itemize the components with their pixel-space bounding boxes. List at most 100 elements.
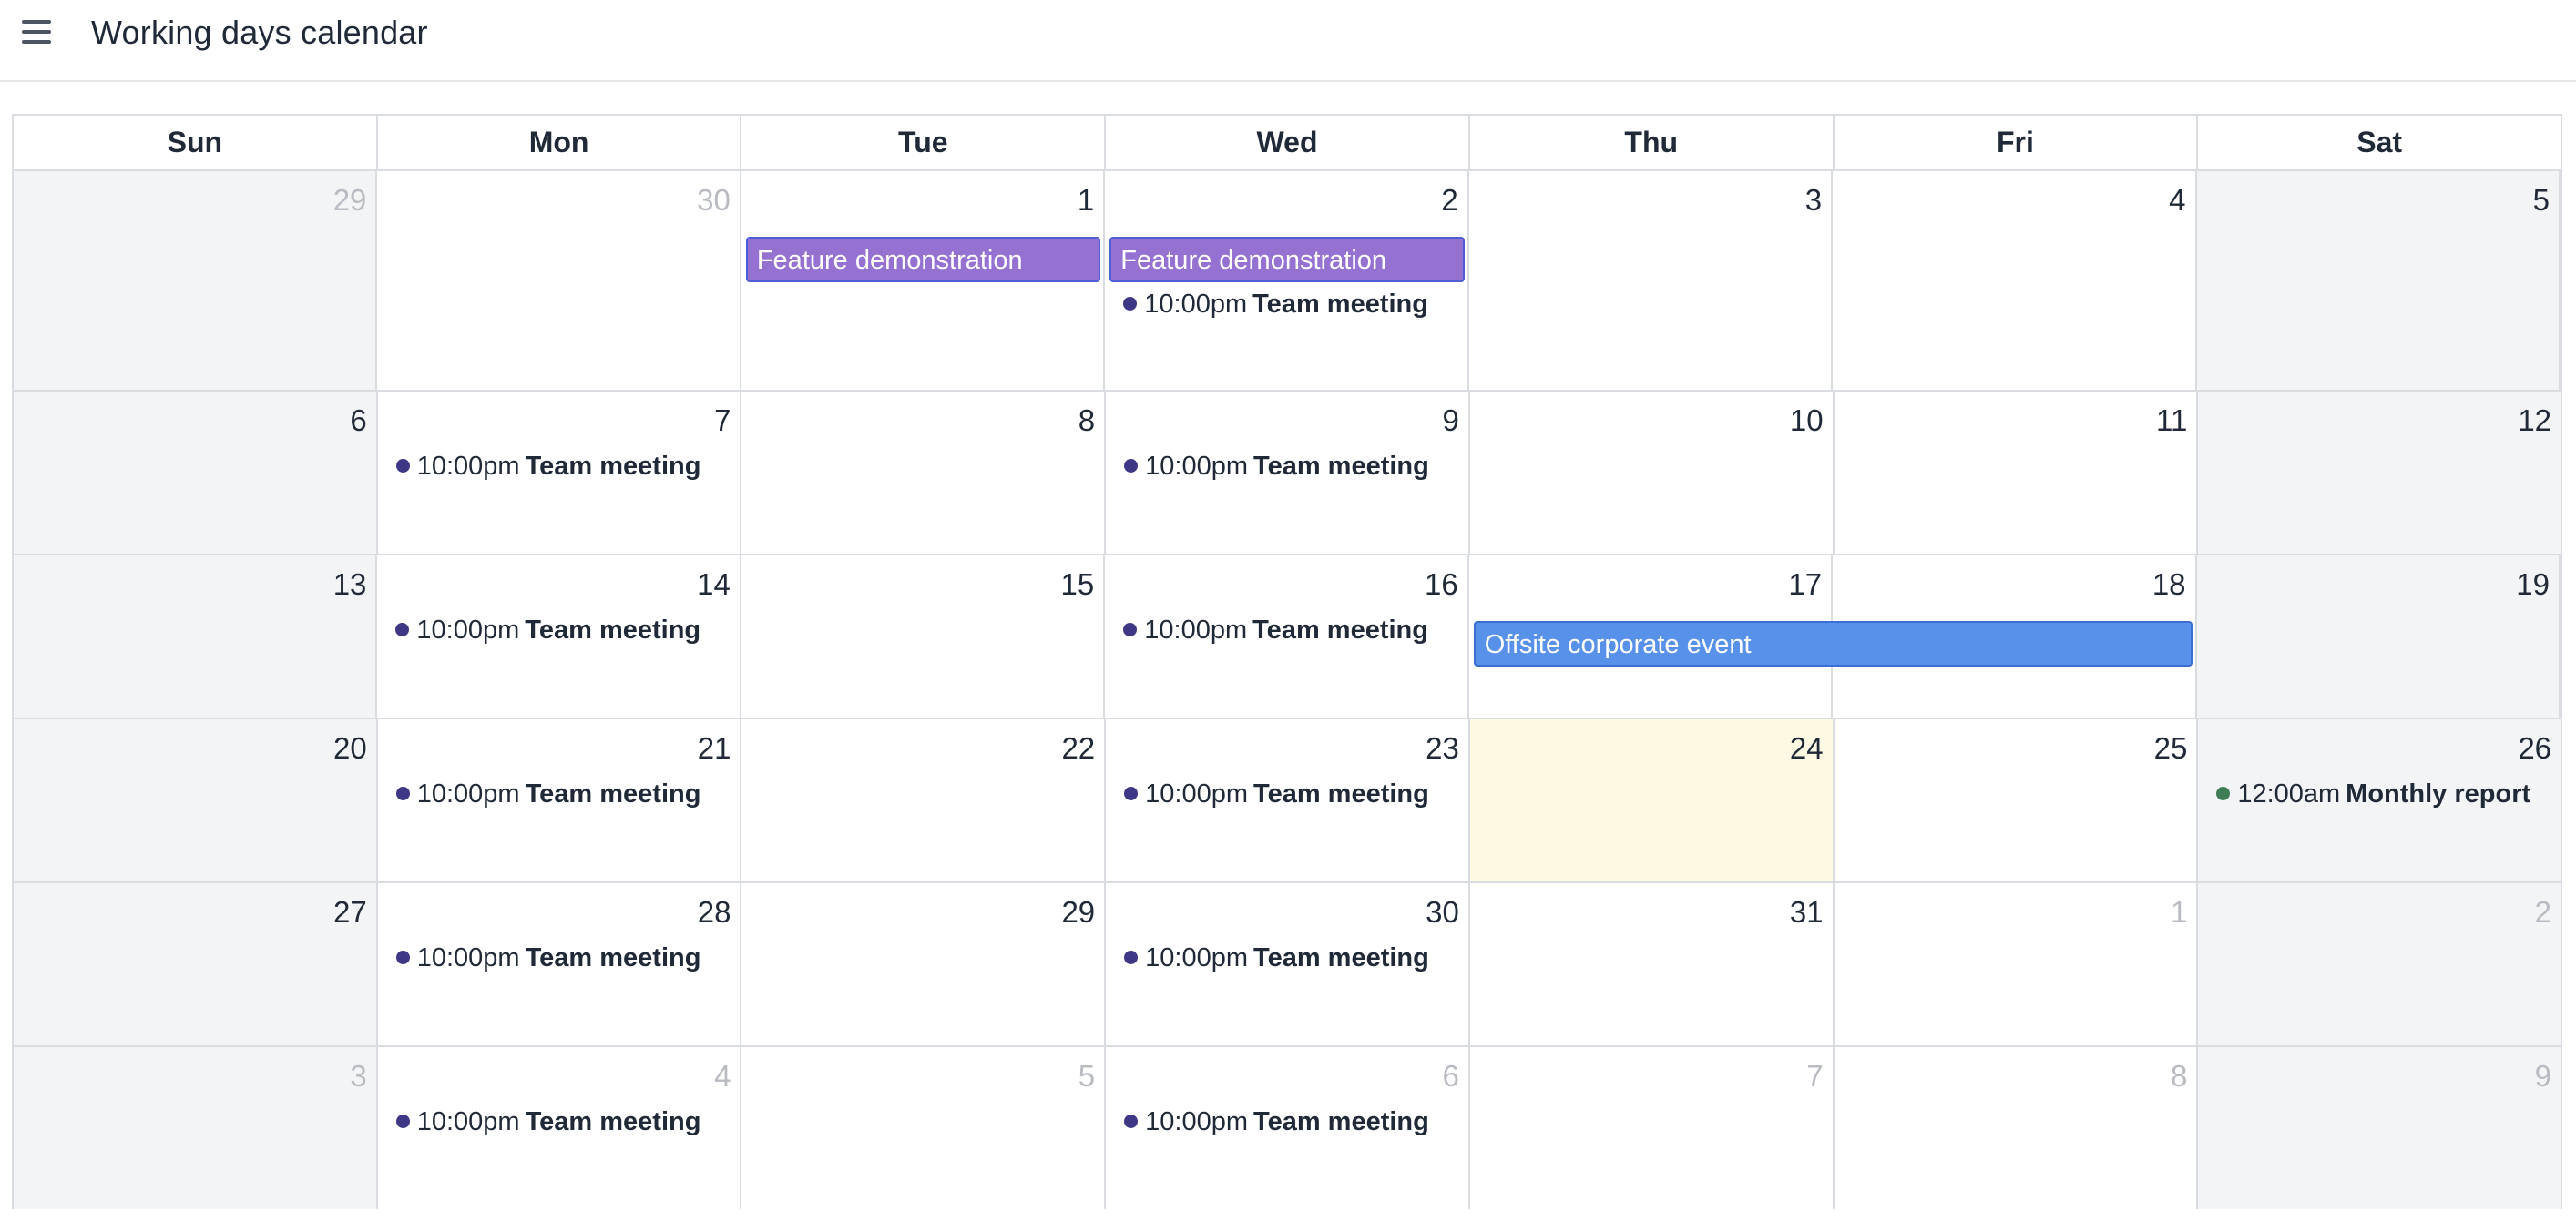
day-number[interactable]: 3 bbox=[1805, 182, 1822, 219]
day-number[interactable]: 31 bbox=[1790, 894, 1824, 931]
day-number[interactable]: 5 bbox=[1078, 1058, 1095, 1095]
calendar-event[interactable]: 10:00pm Team meeting bbox=[395, 942, 701, 974]
day-number[interactable]: 7 bbox=[1806, 1058, 1823, 1095]
day-number[interactable]: 8 bbox=[2171, 1058, 2187, 1095]
day-cell[interactable]: 31 bbox=[1469, 883, 1835, 1045]
day-number[interactable]: 2 bbox=[2535, 894, 2551, 931]
day-cell[interactable]: 13 bbox=[14, 555, 378, 718]
day-number[interactable]: 4 bbox=[2169, 182, 2185, 219]
calendar-event[interactable]: 10:00pm Team meeting bbox=[1124, 778, 1429, 810]
day-number[interactable]: 28 bbox=[698, 894, 731, 931]
day-cell[interactable]: 19 bbox=[2196, 555, 2561, 718]
event-time: 10:00pm bbox=[1145, 943, 1249, 973]
day-number[interactable]: 11 bbox=[2156, 402, 2187, 439]
day-cell[interactable]: 9 10:00pm Team meeting bbox=[1106, 392, 1470, 554]
calendar-event[interactable]: 10:00pm Team meeting bbox=[1123, 614, 1428, 647]
day-number[interactable]: 23 bbox=[1426, 730, 1459, 767]
day-number[interactable]: 29 bbox=[1061, 894, 1095, 931]
calendar-event[interactable]: 10:00pm Team meeting bbox=[395, 1105, 700, 1138]
day-cell[interactable]: 22 bbox=[741, 719, 1107, 881]
hamburger-menu-icon[interactable] bbox=[20, 16, 53, 47]
day-number[interactable]: 14 bbox=[697, 566, 731, 603]
day-number[interactable]: 27 bbox=[333, 894, 367, 931]
day-cell[interactable]: 15 bbox=[741, 555, 1106, 718]
day-number[interactable]: 17 bbox=[1788, 566, 1822, 603]
day-cell[interactable]: 1 bbox=[1834, 883, 2199, 1045]
day-cell[interactable]: 20 bbox=[14, 719, 378, 881]
day-number[interactable]: 7 bbox=[714, 402, 731, 439]
day-number[interactable]: 22 bbox=[1061, 730, 1095, 767]
day-number[interactable]: 8 bbox=[1078, 402, 1095, 439]
day-number[interactable]: 6 bbox=[350, 402, 366, 439]
day-cell[interactable]: 11 bbox=[1834, 392, 2199, 554]
day-number[interactable]: 20 bbox=[333, 730, 367, 767]
day-cell[interactable]: 4 10:00pm Team meeting bbox=[377, 1047, 742, 1209]
day-number[interactable]: 12 bbox=[2518, 402, 2551, 439]
day-number[interactable]: 4 bbox=[714, 1058, 731, 1095]
day-number[interactable]: 30 bbox=[1426, 894, 1459, 931]
day-cell[interactable]: 26 12:00am Monthly report bbox=[2198, 719, 2561, 881]
event-time: 10:00pm bbox=[1145, 779, 1249, 809]
day-number[interactable]: 1 bbox=[2171, 894, 2187, 931]
day-cell[interactable]: 8 bbox=[1834, 1047, 2199, 1209]
day-cell[interactable]: 5 bbox=[741, 1047, 1107, 1209]
day-number[interactable]: 9 bbox=[1443, 402, 1459, 439]
calendar-event[interactable]: 10:00pm Team meeting bbox=[1123, 288, 1428, 321]
calendar-event[interactable]: 10:00pm Team meeting bbox=[395, 778, 700, 810]
day-cell[interactable]: 4 bbox=[1833, 171, 2197, 390]
day-number[interactable]: 21 bbox=[698, 730, 731, 767]
day-cell[interactable]: 6 bbox=[14, 392, 378, 554]
day-number[interactable]: 24 bbox=[1790, 730, 1824, 767]
day-cell[interactable]: 5 bbox=[2196, 171, 2561, 390]
day-cell[interactable]: 30 10:00pm Team meeting bbox=[1106, 883, 1470, 1045]
day-number[interactable]: 16 bbox=[1425, 566, 1458, 603]
day-cell[interactable]: 9 bbox=[2198, 1047, 2561, 1209]
day-cell[interactable]: 27 bbox=[14, 883, 378, 1045]
day-cell[interactable]: 28 10:00pm Team meeting bbox=[377, 883, 742, 1045]
day-cell[interactable]: 25 bbox=[1834, 719, 2199, 881]
day-number[interactable]: 19 bbox=[2516, 566, 2550, 603]
multi-day-event-bar[interactable]: Feature demonstration bbox=[745, 237, 1101, 282]
calendar-event[interactable]: 12:00am Monthly report bbox=[2216, 778, 2530, 810]
day-cell[interactable]: 21 10:00pm Team meeting bbox=[377, 719, 742, 881]
day-cell[interactable]: 3 bbox=[1468, 171, 1834, 390]
day-cell[interactable]: 16 10:00pm Team meeting bbox=[1105, 555, 1469, 718]
day-cell[interactable]: 29 bbox=[741, 883, 1107, 1045]
day-cell[interactable]: 30 bbox=[377, 171, 741, 390]
day-cell[interactable]: 7 bbox=[1469, 1047, 1835, 1209]
day-cell-today[interactable]: 24 bbox=[1469, 719, 1835, 881]
day-cell[interactable]: 14 10:00pm Team meeting bbox=[377, 555, 741, 718]
day-number[interactable]: 15 bbox=[1061, 566, 1095, 603]
day-cell[interactable]: 7 10:00pm Team meeting bbox=[377, 392, 742, 554]
calendar-event[interactable]: 10:00pm Team meeting bbox=[1124, 450, 1429, 483]
day-cell[interactable]: 3 bbox=[14, 1047, 378, 1209]
day-number[interactable]: 10 bbox=[1790, 402, 1824, 439]
day-number[interactable]: 1 bbox=[1078, 182, 1094, 219]
day-number[interactable]: 2 bbox=[1441, 182, 1457, 219]
event-title: Team meeting bbox=[525, 943, 701, 973]
day-cell[interactable]: 6 10:00pm Team meeting bbox=[1106, 1047, 1470, 1209]
day-number[interactable]: 30 bbox=[697, 182, 731, 219]
multi-day-event-bar[interactable]: Offsite corporate event bbox=[1473, 621, 2193, 667]
day-number[interactable]: 6 bbox=[1443, 1058, 1459, 1095]
calendar-event[interactable]: 10:00pm Team meeting bbox=[395, 450, 700, 483]
day-cell[interactable]: 12 bbox=[2198, 392, 2561, 554]
day-number[interactable]: 26 bbox=[2518, 730, 2551, 767]
day-cell[interactable]: 10 bbox=[1469, 392, 1835, 554]
calendar-event[interactable]: 10:00pm Team meeting bbox=[395, 614, 700, 647]
calendar-event[interactable]: 10:00pm Team meeting bbox=[1124, 942, 1429, 974]
weekday-header-fri: Fri bbox=[1835, 116, 2199, 169]
day-number[interactable]: 29 bbox=[333, 182, 367, 219]
day-cell[interactable]: 8 bbox=[741, 392, 1107, 554]
day-number[interactable]: 13 bbox=[333, 566, 367, 603]
calendar-event[interactable]: 10:00pm Team meeting bbox=[1124, 1105, 1429, 1138]
day-number[interactable]: 3 bbox=[350, 1058, 366, 1095]
multi-day-event-bar[interactable]: Feature demonstration bbox=[1109, 237, 1465, 282]
day-number[interactable]: 5 bbox=[2533, 182, 2550, 219]
day-cell[interactable]: 23 10:00pm Team meeting bbox=[1106, 719, 1470, 881]
day-number[interactable]: 25 bbox=[2154, 730, 2188, 767]
day-number[interactable]: 18 bbox=[2152, 566, 2186, 603]
day-number[interactable]: 9 bbox=[2535, 1058, 2551, 1095]
day-cell[interactable]: 29 bbox=[14, 171, 378, 390]
day-cell[interactable]: 2 bbox=[2198, 883, 2561, 1045]
